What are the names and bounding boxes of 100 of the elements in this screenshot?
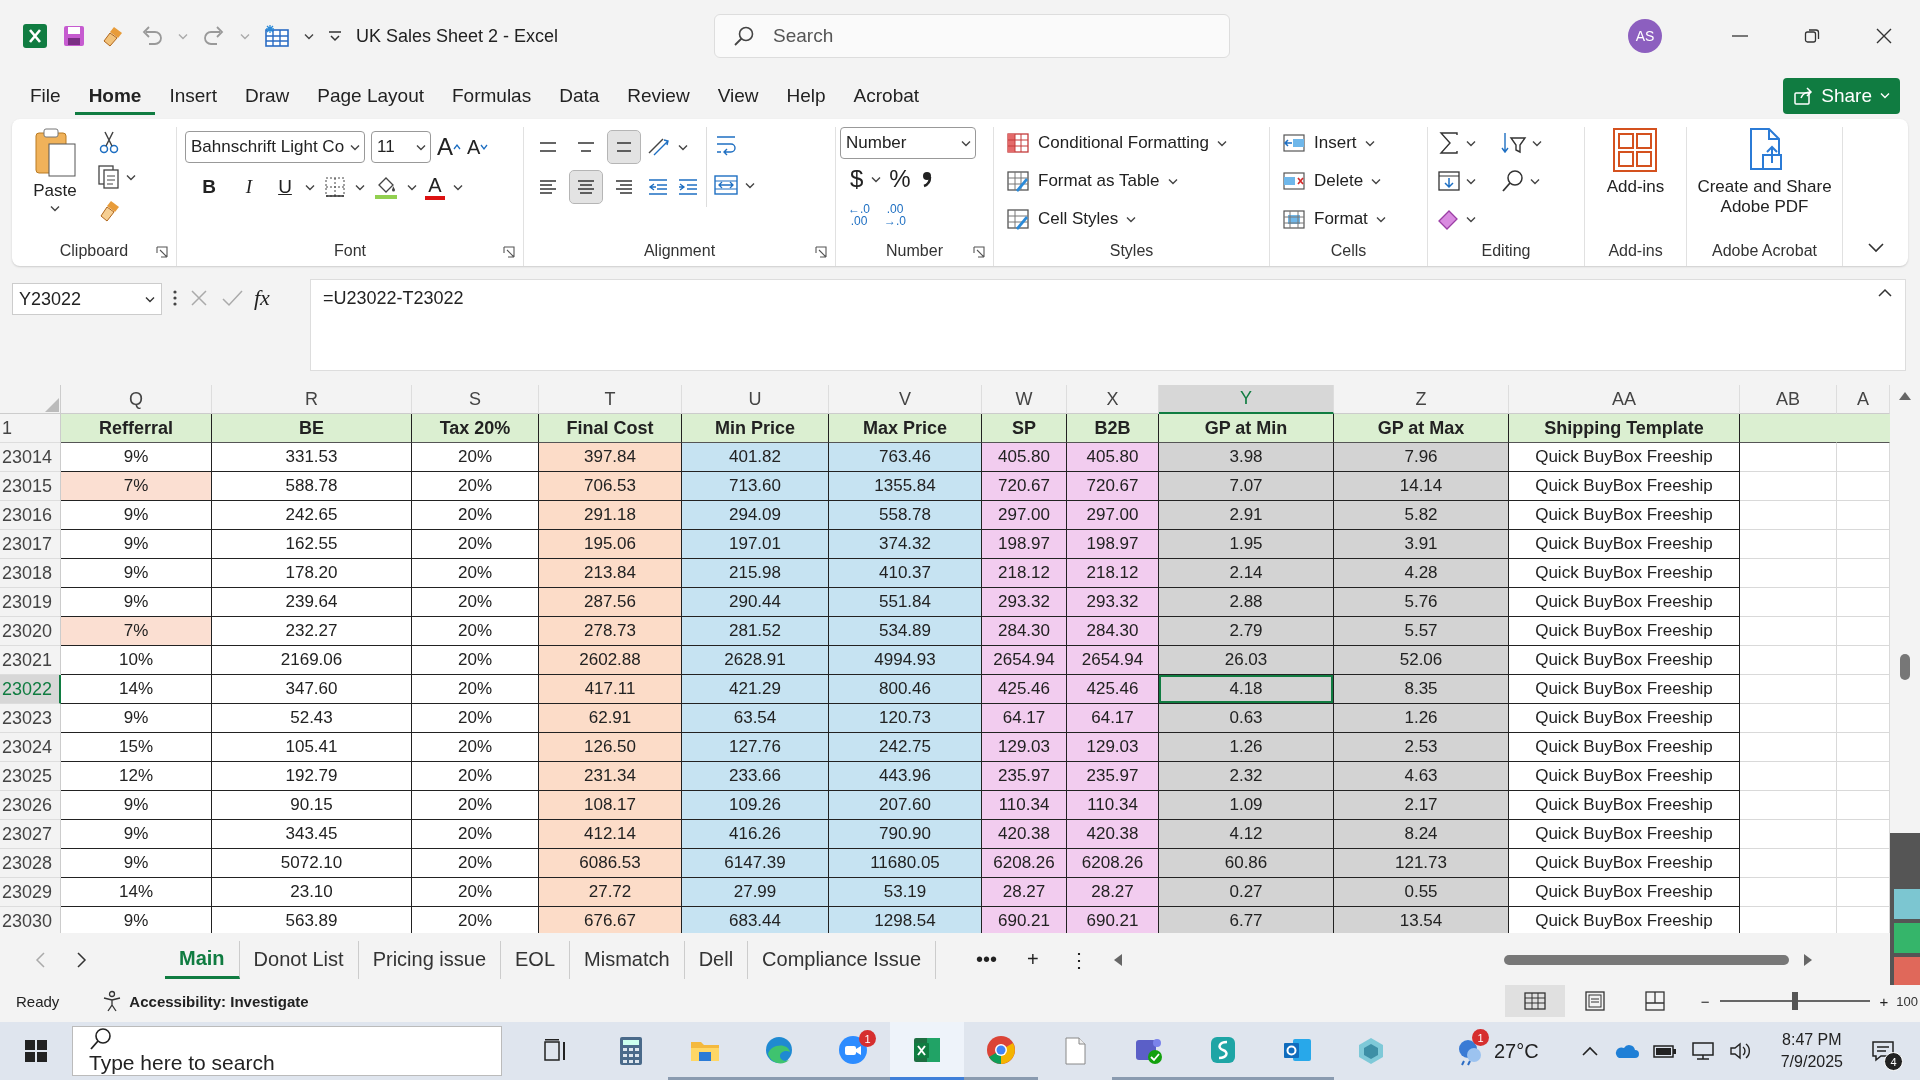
- volume-icon[interactable]: [1728, 1041, 1751, 1061]
- column-letter[interactable]: Y: [1159, 385, 1334, 414]
- menu-tab[interactable]: Formulas: [438, 76, 546, 115]
- style-menu-button[interactable]: Cell Styles: [1006, 203, 1228, 235]
- sheet-tab[interactable]: Compliance Issue: [748, 940, 937, 979]
- sheet-tab[interactable]: Mismatch: [570, 940, 685, 979]
- row-number[interactable]: 23023: [0, 704, 61, 733]
- caret-icon[interactable]: [416, 143, 426, 151]
- sheet-tab[interactable]: Main: [165, 940, 240, 979]
- column-letter[interactable]: A: [1837, 385, 1890, 414]
- italic-button[interactable]: I: [233, 171, 265, 203]
- column-letter[interactable]: Q: [61, 385, 212, 414]
- shrink-font-button[interactable]: A: [467, 135, 489, 159]
- caret-icon[interactable]: [355, 183, 365, 191]
- paste-button[interactable]: Paste: [20, 127, 90, 236]
- scroll-right-icon[interactable]: [1802, 952, 1813, 967]
- caret-icon[interactable]: [126, 173, 136, 181]
- borders-icon[interactable]: [323, 175, 347, 199]
- name-box[interactable]: Y23022: [12, 283, 162, 315]
- increase-indent-icon[interactable]: [676, 176, 700, 198]
- row-number[interactable]: 23028: [0, 849, 61, 878]
- caret-icon[interactable]: [1466, 177, 1476, 185]
- align-bottom-button[interactable]: [608, 131, 640, 163]
- underline-button[interactable]: U: [273, 171, 297, 203]
- show-hidden-icons-icon[interactable]: [1580, 1045, 1599, 1057]
- caret-icon[interactable]: [1371, 177, 1382, 185]
- row-number[interactable]: 23021: [0, 646, 61, 675]
- caret-icon[interactable]: [304, 32, 314, 40]
- formula-input[interactable]: =U23022-T23022: [323, 288, 464, 362]
- bold-button[interactable]: B: [193, 171, 225, 203]
- table-icon[interactable]: [264, 24, 290, 48]
- collapse-formula-icon[interactable]: [1877, 288, 1893, 298]
- normal-view-button[interactable]: [1504, 985, 1565, 1017]
- caret-icon[interactable]: [1466, 139, 1476, 147]
- cells-menu-button[interactable]: Delete: [1282, 165, 1386, 197]
- sort-filter-icon[interactable]: [1500, 130, 1528, 156]
- decrease-decimal-button[interactable]: .00 →.0: [884, 203, 907, 227]
- row-number[interactable]: 23022: [0, 675, 61, 704]
- caret-icon[interactable]: [407, 183, 417, 191]
- menu-tab[interactable]: Home: [74, 76, 156, 115]
- row-number[interactable]: 23030: [0, 907, 61, 933]
- row-number[interactable]: 23018: [0, 559, 61, 588]
- caret-icon[interactable]: [1126, 215, 1137, 223]
- caret-icon[interactable]: [745, 181, 755, 189]
- row-number[interactable]: 1: [0, 414, 61, 443]
- merge-center-icon[interactable]: [713, 173, 739, 197]
- scroll-left-icon[interactable]: [1112, 952, 1123, 967]
- row-number[interactable]: 23016: [0, 501, 61, 530]
- spreadsheet-logo-icon[interactable]: [22, 23, 48, 49]
- more-sheets-button[interactable]: •••: [976, 947, 998, 972]
- create-pdf-button[interactable]: Create and Share Adobe PDF: [1695, 127, 1834, 236]
- sheet-options-button[interactable]: ⋮: [1068, 947, 1089, 972]
- caret-icon[interactable]: [1375, 215, 1386, 223]
- zoom-in-button[interactable]: +: [1879, 992, 1889, 1010]
- row-number[interactable]: 23019: [0, 588, 61, 617]
- menu-tab[interactable]: File: [16, 76, 75, 115]
- caret-icon[interactable]: [1532, 139, 1542, 147]
- accessibility-button[interactable]: Accessibility: Investigate: [101, 990, 309, 1012]
- caret-icon[interactable]: [1217, 139, 1228, 147]
- taskbar-app-button[interactable]: [890, 1022, 964, 1080]
- grow-font-button[interactable]: A: [437, 133, 461, 161]
- caret-icon[interactable]: [453, 183, 463, 191]
- caret-icon[interactable]: [871, 175, 882, 183]
- row-number[interactable]: 23029: [0, 878, 61, 907]
- search-field[interactable]: Search: [714, 14, 1230, 58]
- caret-icon[interactable]: [350, 143, 360, 151]
- next-sheet-icon[interactable]: [76, 950, 88, 969]
- column-letter[interactable]: R: [212, 385, 412, 414]
- currency-button[interactable]: $: [850, 165, 864, 193]
- style-menu-button[interactable]: Conditional Formatting: [1006, 127, 1228, 159]
- align-center-button[interactable]: [570, 171, 602, 203]
- row-number[interactable]: 23017: [0, 530, 61, 559]
- find-icon[interactable]: [1500, 168, 1526, 194]
- undo-icon[interactable]: [140, 24, 164, 48]
- percent-button[interactable]: %: [889, 165, 911, 193]
- clock-time[interactable]: 8:47 PM: [1782, 1031, 1842, 1049]
- column-letter[interactable]: AA: [1509, 385, 1740, 414]
- column-letter[interactable]: S: [412, 385, 539, 414]
- column-letter[interactable]: AB: [1740, 385, 1837, 414]
- font-color-button[interactable]: A: [425, 174, 445, 200]
- number-format-dropdown[interactable]: Number: [840, 127, 976, 159]
- cells-menu-button[interactable]: Format: [1282, 203, 1386, 235]
- caret-icon[interactable]: [1466, 215, 1476, 223]
- row-number[interactable]: 23027: [0, 820, 61, 849]
- caret-icon[interactable]: [305, 183, 315, 191]
- user-avatar[interactable]: AS: [1628, 19, 1662, 53]
- column-letter[interactable]: T: [539, 385, 682, 414]
- redo-icon[interactable]: [202, 24, 226, 48]
- zoom-out-button[interactable]: −: [1700, 992, 1710, 1010]
- column-letter[interactable]: W: [982, 385, 1067, 414]
- menu-tab[interactable]: Insert: [155, 76, 231, 115]
- caret-icon[interactable]: [961, 139, 971, 147]
- increase-decimal-button[interactable]: ←.0 .00: [848, 203, 870, 227]
- menu-tab[interactable]: Page Layout: [303, 76, 438, 115]
- new-sheet-button[interactable]: +: [1027, 947, 1039, 972]
- zoom-level-text[interactable]: 100: [1896, 993, 1918, 1009]
- caret-icon[interactable]: [678, 143, 688, 151]
- scroll-thumb[interactable]: [1503, 954, 1789, 965]
- column-letter[interactable]: Z: [1334, 385, 1509, 414]
- row-number[interactable]: 23015: [0, 472, 61, 501]
